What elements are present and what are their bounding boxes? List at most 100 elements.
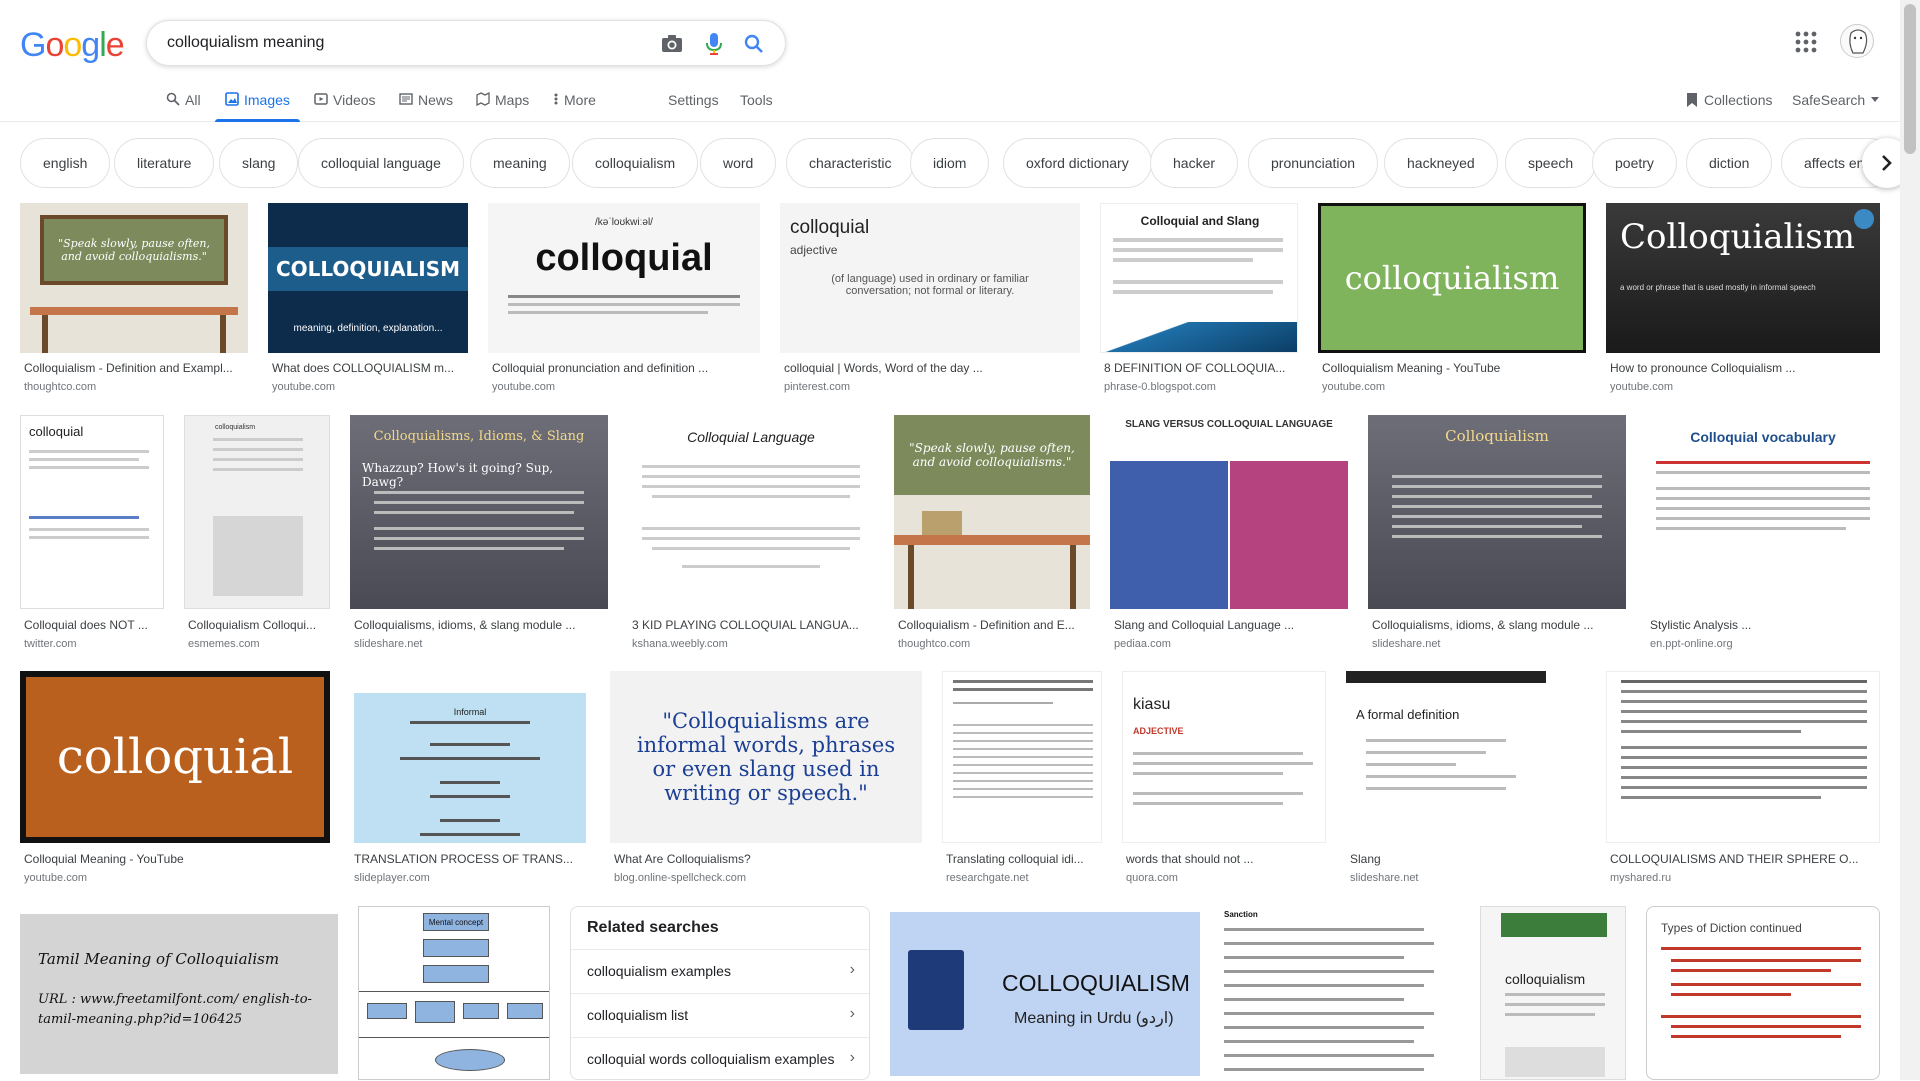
result-title[interactable]: Colloquialism Colloqui...	[188, 618, 330, 632]
result-thumbnail[interactable]: Colloquialisms, Idioms, & Slang Whazzup?…	[350, 415, 608, 609]
result-title[interactable]: What Are Colloquialisms?	[614, 852, 922, 866]
chip[interactable]: pronunciation	[1248, 138, 1379, 188]
result-thumbnail[interactable]: colloquialism	[1318, 203, 1586, 353]
result-thumbnail[interactable]: Types of Diction continued	[1646, 906, 1880, 1080]
image-result[interactable]: Types of Diction continued	[1646, 906, 1880, 1080]
chip[interactable]: idiom	[910, 138, 990, 188]
chip[interactable]: meaning	[470, 138, 570, 188]
result-thumbnail[interactable]: Sanction	[1220, 906, 1460, 1080]
related-search-item[interactable]: colloquial words colloquialism examples …	[571, 1037, 869, 1081]
image-result[interactable]: /kəˈloʊkwiːəl/ colloquial Colloquial pro…	[488, 203, 760, 393]
google-logo[interactable]: Google	[20, 26, 125, 65]
result-thumbnail[interactable]: Colloquial vocabulary	[1646, 415, 1880, 609]
result-source[interactable]: kshana.weebly.com	[632, 638, 728, 650]
result-source[interactable]: researchgate.net	[946, 872, 1029, 884]
image-result[interactable]: Colloquialisms, Idioms, & Slang Whazzup?…	[350, 415, 608, 655]
result-thumbnail[interactable]: COLLOQUIALISM Meaning in Urdu (اردو)	[890, 912, 1200, 1076]
result-title[interactable]: Colloquialisms, idioms, & slang module .…	[1372, 618, 1626, 632]
result-source[interactable]: en.ppt-online.org	[1650, 638, 1733, 650]
image-result[interactable]: kiasu ADJECTIVE words that should not ..…	[1122, 671, 1326, 891]
tab-all[interactable]: All	[166, 92, 201, 122]
image-result[interactable]: Colloquial and Slang 8 DEFINITION OF COL…	[1100, 203, 1298, 393]
image-result[interactable]: COLLOQUIALISM Meaning in Urdu (اردو)	[890, 912, 1200, 1076]
chip[interactable]: speech	[1505, 138, 1597, 188]
result-title[interactable]: Stylistic Analysis ...	[1650, 618, 1880, 632]
result-source[interactable]: slideplayer.com	[354, 872, 430, 884]
image-result[interactable]: COLLOQUIALISM meaning, definition, expla…	[268, 203, 468, 393]
image-result[interactable]: SLANG VERSUS COLLOQUIAL LANGUAGE Slang a…	[1110, 415, 1348, 655]
chip[interactable]: poetry	[1592, 138, 1677, 188]
result-thumbnail[interactable]: COLLOQUIALISM meaning, definition, expla…	[268, 203, 468, 353]
image-result[interactable]: "Speak slowly, pause often, and avoid co…	[894, 415, 1090, 655]
image-result[interactable]: colloquial Colloquial does NOT ... twitt…	[20, 415, 164, 655]
result-source[interactable]: myshared.ru	[1610, 872, 1671, 884]
result-title[interactable]: words that should not ...	[1126, 852, 1326, 866]
result-title[interactable]: Slang and Colloquial Language ...	[1114, 618, 1348, 632]
chip[interactable]: oxford dictionary	[1003, 138, 1152, 188]
result-title[interactable]: Translating colloquial idi...	[946, 852, 1102, 866]
image-result[interactable]: Colloquial vocabulary Stylistic Analysis…	[1646, 415, 1880, 655]
image-result[interactable]: Colloquialism a word or phrase that is u…	[1606, 203, 1880, 393]
avatar[interactable]	[1840, 24, 1874, 58]
result-source[interactable]: youtube.com	[492, 381, 555, 393]
image-result[interactable]: colloquial adjective (of language) used …	[780, 203, 1080, 393]
camera-icon[interactable]	[659, 31, 685, 57]
settings-link[interactable]: Settings	[668, 92, 719, 108]
chip[interactable]: slang	[219, 138, 299, 188]
result-thumbnail[interactable]: colloquialism	[1480, 906, 1626, 1080]
tab-more[interactable]: More	[553, 92, 596, 122]
result-source[interactable]: esmemes.com	[188, 638, 260, 650]
result-title[interactable]: Colloquial does NOT ...	[24, 618, 164, 632]
image-result[interactable]: "Speak slowly, pause often, and avoid co…	[20, 203, 248, 393]
result-thumbnail[interactable]: Mental concept	[358, 906, 550, 1080]
safesearch-dropdown[interactable]: SafeSearch	[1792, 92, 1880, 108]
result-source[interactable]: thoughtco.com	[898, 638, 970, 650]
result-thumbnail[interactable]: "Colloquialisms are informal words, phra…	[610, 671, 922, 843]
image-result[interactable]: colloquial Colloquial Meaning - YouTube …	[20, 671, 330, 891]
microphone-icon[interactable]	[701, 31, 727, 57]
result-thumbnail[interactable]: Informal	[350, 671, 590, 843]
tab-news[interactable]: News	[399, 92, 453, 122]
result-source[interactable]: blog.online-spellcheck.com	[614, 872, 746, 884]
result-thumbnail[interactable]: Colloquial and Slang	[1100, 203, 1298, 353]
image-result[interactable]: Translating colloquial idi... researchga…	[942, 671, 1102, 891]
result-title[interactable]: 3 KID PLAYING COLLOQUIAL LANGUA...	[632, 618, 874, 632]
chip[interactable]: hacker	[1150, 138, 1239, 188]
result-thumbnail[interactable]: "Speak slowly, pause often, and avoid co…	[894, 415, 1090, 609]
result-source[interactable]: slideshare.net	[1350, 872, 1419, 884]
chip[interactable]: english	[20, 138, 111, 188]
result-source[interactable]: youtube.com	[272, 381, 335, 393]
result-source[interactable]: youtube.com	[1322, 381, 1385, 393]
image-result[interactable]: Mental concept	[358, 906, 550, 1080]
chip[interactable]: hackneyed	[1384, 138, 1498, 188]
tab-maps[interactable]: Maps	[476, 92, 529, 122]
result-title[interactable]: Colloquialism - Definition and E...	[898, 618, 1090, 632]
result-thumbnail[interactable]: "Speak slowly, pause often, and avoid co…	[20, 203, 248, 353]
result-title[interactable]: 8 DEFINITION OF COLLOQUIA...	[1104, 361, 1298, 375]
result-thumbnail[interactable]: Colloquialism	[1368, 415, 1626, 609]
tools-link[interactable]: Tools	[740, 92, 773, 108]
result-source[interactable]: quora.com	[1126, 872, 1178, 884]
collections-link[interactable]: Collections	[1686, 92, 1772, 108]
result-title[interactable]: Colloquialisms, idioms, & slang module .…	[354, 618, 608, 632]
chip[interactable]: word	[700, 138, 777, 188]
image-result[interactable]: COLLOQUIALISMS AND THEIR SPHERE O... mys…	[1606, 671, 1880, 891]
scrollbar-thumb[interactable]	[1904, 4, 1916, 154]
chip[interactable]: colloquial language	[298, 138, 464, 188]
result-thumbnail[interactable]: colloquial	[20, 671, 330, 843]
image-result[interactable]: Informal TRANSLATION PROCESS OF TRANS...…	[350, 671, 590, 891]
result-title[interactable]: Colloquial Meaning - YouTube	[24, 852, 330, 866]
result-thumbnail[interactable]: /kəˈloʊkwiːəl/ colloquial	[488, 203, 760, 353]
result-source[interactable]: thoughtco.com	[24, 381, 96, 393]
result-thumbnail[interactable]: Colloquialism a word or phrase that is u…	[1606, 203, 1880, 353]
search-input[interactable]: colloquialism meaning	[167, 34, 324, 52]
search-box[interactable]: colloquialism meaning	[146, 20, 786, 66]
chip[interactable]: diction	[1686, 138, 1773, 188]
result-title[interactable]: Slang	[1350, 852, 1546, 866]
tab-videos[interactable]: Videos	[314, 92, 376, 122]
related-search-item[interactable]: colloquialism list ›	[571, 993, 869, 1037]
result-source[interactable]: slideshare.net	[354, 638, 423, 650]
result-thumbnail[interactable]: colloquial	[20, 415, 164, 609]
result-thumbnail[interactable]: Colloquial Language	[628, 415, 874, 609]
image-result[interactable]: Colloquialism Colloquialisms, idioms, & …	[1368, 415, 1626, 655]
